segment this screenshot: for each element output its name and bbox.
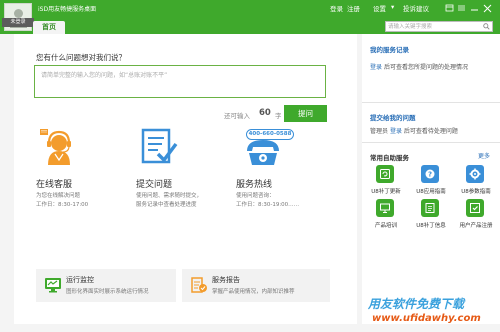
- service-records-login-link[interactable]: 登录: [370, 64, 382, 71]
- app-title: iSD用友畅捷服务桌面: [38, 6, 97, 13]
- service-title: 在线客服: [36, 180, 73, 190]
- tab-home[interactable]: 首页: [33, 21, 65, 34]
- product-training-icon: [376, 199, 394, 217]
- svg-text:?: ?: [428, 171, 432, 179]
- char-remaining-label: 还可输入: [224, 112, 250, 120]
- feature-desc: 掌握产品使用情况，内部知识推荐: [212, 289, 295, 295]
- hotline-number: 400-660-0588: [246, 129, 294, 140]
- watermark-url: www.ufidawhy.com: [372, 313, 481, 324]
- monitor-icon: [45, 278, 61, 293]
- close-icon[interactable]: [483, 4, 492, 13]
- submitted-prefix: 管理员: [370, 128, 389, 135]
- product-registration-icon: [466, 199, 484, 217]
- service-note: 服务记录中查看处理进度: [136, 202, 197, 208]
- service-title: 服务热线: [236, 180, 273, 190]
- login-status: 未登录: [2, 18, 34, 27]
- service-records-desc: 后可查看您所提问题的处理情况: [383, 64, 468, 71]
- question-input[interactable]: [41, 70, 317, 92]
- feature-run-monitor[interactable]: 运行监控 图形化界面实时展示系统运行情况: [36, 269, 176, 302]
- tile-label: U8参数指南: [461, 189, 491, 195]
- skin-icon[interactable]: [445, 4, 454, 12]
- feature-service-report[interactable]: 服务报告 掌握产品使用情况，内部知识推荐: [182, 269, 330, 302]
- more-link[interactable]: 更多: [478, 151, 490, 160]
- submitted-questions-text: 管理员 登录 后可查看待处理问题: [370, 126, 458, 135]
- service-title: 提交问题: [136, 180, 173, 190]
- service-hours: 工作日：8:30-17:00: [36, 202, 89, 208]
- feature-title: 服务报告: [212, 276, 240, 284]
- question-box: [34, 65, 326, 98]
- service-desc: 为您在线解决问题: [36, 193, 81, 199]
- main-panel: 您有什么问题想对我们说？ 还可输入 60 字 提问 在线客服 为您在线解决问题 …: [14, 34, 357, 324]
- char-remaining-unit: 字: [275, 112, 282, 120]
- settings-link[interactable]: 设置: [373, 3, 386, 13]
- avatar-head: [14, 9, 23, 18]
- divider: [362, 142, 500, 143]
- service-desc: 使用问题、需求随时提交，: [136, 193, 203, 199]
- register-link[interactable]: 注册: [347, 3, 360, 13]
- chevron-down-icon[interactable]: ▾: [391, 3, 394, 11]
- customer-service-icon: [40, 129, 71, 165]
- search-icon[interactable]: [483, 23, 490, 30]
- service-records-title: 我的服务记录: [370, 46, 409, 54]
- window-controls: [445, 4, 492, 13]
- service-records-text: 登录 后可查看您所提问题的处理情况: [370, 62, 468, 71]
- parameter-guide-icon: [466, 165, 484, 183]
- patch-info-icon: [421, 199, 439, 217]
- tile-label: U8补丁信息: [416, 223, 446, 229]
- service-report-icon: [191, 277, 207, 293]
- question-title: 您有什么问题想对我们说？: [36, 53, 126, 62]
- service-desc: 使用问题咨询：: [236, 193, 275, 199]
- self-service-title: 常用自助服务: [370, 154, 409, 162]
- tile-label: U8补丁更新: [371, 189, 401, 195]
- submit-question-icon: [141, 128, 178, 164]
- watermark-text: 用友软件免费下载: [368, 297, 465, 311]
- tile-label: 用户产品注册: [459, 223, 493, 229]
- submit-question-button[interactable]: 提问: [284, 105, 327, 122]
- service-hours: 工作日：8:30-19:00……: [236, 202, 300, 208]
- search-input[interactable]: [388, 22, 478, 31]
- divider: [362, 102, 500, 103]
- feature-desc: 图形化界面实时展示系统运行情况: [66, 289, 149, 295]
- login-link[interactable]: 登录: [330, 3, 343, 13]
- feedback-link[interactable]: 投诉建议: [403, 3, 429, 13]
- char-remaining-count: 60: [259, 108, 271, 118]
- search-box: [385, 21, 493, 32]
- top-bar: 未登录 iSD用友畅捷服务桌面 首页 登录 注册 设置 ▾ 投诉建议: [0, 0, 500, 34]
- submitted-login-link[interactable]: 登录: [390, 128, 402, 135]
- patch-update-icon: [376, 165, 394, 183]
- app-guide-icon: ?: [421, 165, 439, 183]
- menu-icon[interactable]: [458, 5, 465, 11]
- tile-label: 产品培训: [374, 223, 397, 229]
- feature-title: 运行监控: [66, 276, 94, 284]
- tile-label: U8应用指南: [416, 189, 446, 195]
- submitted-desc: 后可查看待处理问题: [403, 128, 458, 135]
- right-sidebar: 我的服务记录 登录 后可查看您所提问题的处理情况 提交给我的问题 管理员 登录 …: [362, 34, 500, 324]
- submitted-questions-title: 提交给我的问题: [370, 114, 416, 122]
